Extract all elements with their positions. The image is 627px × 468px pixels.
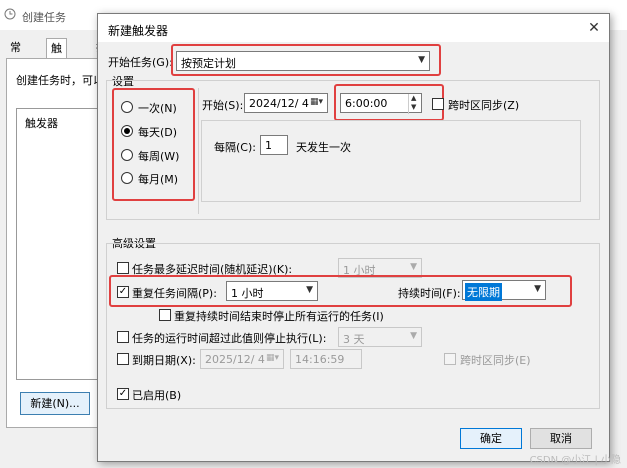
close-icon[interactable]: ✕ — [586, 20, 602, 36]
radio-monthly-label: 每月(M) — [138, 173, 179, 186]
expire-sync-checkbox[interactable] — [444, 353, 456, 365]
time-spinner[interactable]: ▲ ▼ — [408, 94, 421, 114]
background-window-title: 创建任务 — [22, 11, 66, 24]
tab-triggers[interactable]: 触发器 — [46, 38, 67, 95]
new-trigger-button[interactable]: 新建(N)... — [20, 392, 90, 415]
expire-label: 到期日期(X): — [132, 354, 196, 367]
stop-all-label: 重复持续时间结束时停止所有运行的任务(I) — [174, 310, 384, 323]
new-trigger-dialog: 新建触发器 ✕ 开始任务(G): 按预定计划 ▼ 设置 一次(N) 每天(D) … — [97, 13, 610, 462]
cancel-button[interactable]: 取消 — [530, 428, 592, 449]
repeat-label: 重复任务间隔(P): — [132, 287, 217, 300]
start-time-value: 6:00:00 — [345, 97, 388, 110]
duration-select[interactable]: 无限期 ▼ — [462, 280, 546, 301]
expire-sync-label: 跨时区同步(E) — [460, 354, 531, 367]
chevron-down-icon: ▼ — [534, 284, 541, 294]
repeat-checkbox[interactable]: ✓ — [117, 286, 129, 298]
enabled-label: 已启用(B) — [132, 389, 182, 402]
start-date-picker[interactable]: 2024/12/ 4 ▦▾ — [244, 93, 328, 113]
radio-weekly[interactable] — [121, 149, 133, 161]
spin-up-icon[interactable]: ▲ — [411, 94, 416, 102]
background-description: 创建任务时，可以 — [16, 74, 104, 87]
stop-if-longer-value: 3 天 — [343, 333, 365, 346]
enabled-checkbox[interactable]: ✓ — [117, 388, 129, 400]
trigger-list[interactable]: 触发器 — [16, 108, 108, 380]
recurrence-panel — [201, 120, 581, 202]
expire-time-value: 14:16:59 — [295, 353, 345, 366]
sync-timezone-checkbox[interactable] — [432, 98, 444, 110]
radio-weekly-label: 每周(W) — [138, 150, 180, 163]
tab-general[interactable]: 常规 — [6, 38, 25, 74]
stop-all-checkbox[interactable] — [159, 309, 171, 321]
expire-date-value: 2025/12/ 4 — [205, 353, 265, 366]
repeat-interval-value: 1 小时 — [231, 287, 264, 300]
expire-date-picker[interactable]: 2025/12/ 4 ▦▾ — [200, 349, 284, 369]
chevron-down-icon: ▼ — [410, 262, 417, 272]
every-suffix: 天发生一次 — [296, 141, 351, 154]
spin-down-icon[interactable]: ▼ — [411, 103, 416, 111]
duration-value: 无限期 — [465, 283, 502, 301]
every-days-value: 1 — [265, 139, 272, 152]
stop-if-longer-label: 任务的运行时间超过此值则停止执行(L): — [132, 332, 327, 345]
trigger-list-header: 触发器 — [25, 117, 58, 130]
chevron-down-icon: ▼ — [410, 331, 417, 341]
repeat-interval-select[interactable]: 1 小时 ▼ — [226, 281, 318, 301]
delay-select[interactable]: 1 小时 ▼ — [338, 258, 422, 278]
stop-if-longer-select[interactable]: 3 天 ▼ — [338, 327, 422, 347]
dialog-title: 新建触发器 — [108, 24, 169, 38]
duration-label: 持续时间(F): — [398, 287, 461, 300]
calendar-icon[interactable]: ▦▾ — [266, 353, 279, 363]
start-time-input[interactable]: 6:00:00 ▲ ▼ — [340, 93, 422, 114]
begin-task-value: 按预定计划 — [181, 57, 236, 70]
begin-task-select[interactable]: 按预定计划 ▼ — [176, 51, 430, 71]
every-days-input[interactable]: 1 — [260, 135, 288, 155]
delay-value: 1 小时 — [343, 264, 376, 277]
radio-daily[interactable] — [121, 125, 133, 137]
radio-monthly[interactable] — [121, 172, 133, 184]
calendar-icon[interactable]: ▦▾ — [310, 97, 323, 107]
expire-checkbox[interactable] — [117, 353, 129, 365]
task-scheduler-icon — [4, 8, 16, 20]
chevron-down-icon: ▼ — [306, 285, 313, 295]
delay-checkbox[interactable] — [117, 262, 129, 274]
radio-once-label: 一次(N) — [138, 102, 177, 115]
radio-daily-label: 每天(D) — [138, 126, 178, 139]
watermark: CSDN @小江 | 小隐 — [529, 455, 621, 466]
start-date-value: 2024/12/ 4 — [249, 97, 309, 110]
chevron-down-icon: ▼ — [418, 55, 425, 65]
dialog-title-bar: 新建触发器 ✕ — [98, 14, 609, 42]
sync-timezone-label: 跨时区同步(Z) — [448, 99, 520, 112]
ok-button[interactable]: 确定 — [460, 428, 522, 449]
settings-divider — [198, 88, 199, 214]
delay-label: 任务最多延迟时间(随机延迟)(K): — [132, 263, 293, 276]
stop-if-longer-checkbox[interactable] — [117, 331, 129, 343]
every-label: 每隔(C): — [214, 141, 256, 154]
radio-once[interactable] — [121, 101, 133, 113]
expire-time-input[interactable]: 14:16:59 — [290, 349, 362, 369]
start-label: 开始(S): — [202, 99, 244, 112]
begin-task-label: 开始任务(G): — [108, 56, 173, 69]
